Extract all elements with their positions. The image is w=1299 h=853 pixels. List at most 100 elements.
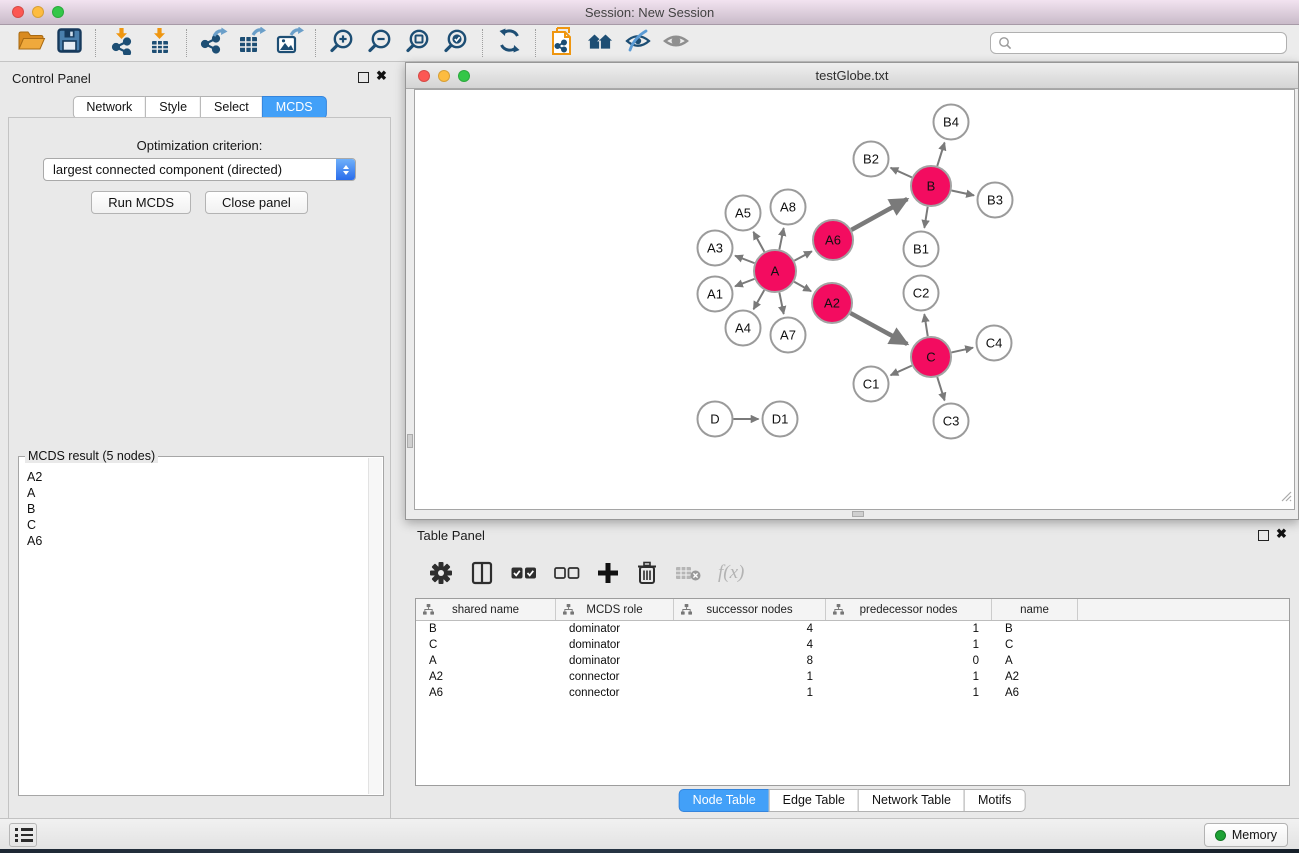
table-row[interactable]: A6connector11A6	[416, 685, 1289, 701]
zoom-fit-button[interactable]	[399, 27, 437, 59]
table-cell: 1	[674, 671, 826, 683]
graph-edge-A-A7[interactable]	[779, 293, 783, 314]
zoom-in-button[interactable]	[323, 27, 361, 59]
column-header-predecessor-nodes[interactable]: predecessor nodes	[826, 599, 992, 620]
export-table-button[interactable]	[232, 27, 270, 59]
graph-edge-C-C2[interactable]	[924, 314, 927, 336]
graph-edge-B-B4[interactable]	[937, 143, 944, 166]
close-panel-icon[interactable]: ✖	[1276, 526, 1287, 542]
close-panel-icon[interactable]: ✖	[376, 68, 387, 84]
import-network-button[interactable]	[103, 27, 141, 59]
houses-icon-button[interactable]	[581, 27, 619, 59]
graph-edge-B-B3[interactable]	[952, 190, 974, 195]
add-column-button[interactable]	[597, 562, 619, 584]
split-table-icon	[470, 561, 494, 585]
tab-motifs[interactable]: Motifs	[964, 789, 1025, 812]
table-cell: 1	[826, 687, 992, 699]
graph-node-label: C2	[913, 286, 930, 301]
horizontal-scrollbar-thumb[interactable]	[852, 511, 864, 517]
graph-node-label: D1	[772, 412, 789, 427]
minimize-window-button[interactable]	[32, 6, 44, 18]
graph-edge-A-A1[interactable]	[735, 279, 754, 286]
resize-grip[interactable]	[1279, 489, 1292, 507]
import-table-button[interactable]	[141, 27, 179, 59]
graph-edge-C-C1[interactable]	[891, 366, 912, 376]
network-canvas[interactable]: B4B2BB3A8A5A6A3B1AA1C2A2A4A7C4CC1C3DD1	[414, 89, 1295, 510]
table-cell: 1	[826, 639, 992, 651]
table-row[interactable]: Bdominator41B	[416, 621, 1289, 637]
export-network-button[interactable]	[194, 27, 232, 59]
graph-edge-C-C3[interactable]	[937, 377, 944, 400]
memory-button[interactable]: Memory	[1204, 823, 1288, 847]
select-all-button[interactable]	[511, 566, 537, 580]
close-window-button[interactable]	[12, 6, 24, 18]
result-scrollbar[interactable]	[368, 458, 382, 794]
graph-edge-C-C4[interactable]	[951, 348, 973, 353]
graph-node-label: D	[710, 412, 719, 427]
settings-gear-button[interactable]	[429, 561, 453, 585]
tab-mcds[interactable]: MCDS	[262, 96, 327, 119]
table-cell: dominator	[556, 623, 674, 635]
column-header-successor-nodes[interactable]: successor nodes	[674, 599, 826, 620]
float-panel-icon[interactable]	[358, 72, 369, 83]
graph-edge-A-A5[interactable]	[753, 232, 764, 252]
export-image-button[interactable]	[270, 27, 308, 59]
table-row[interactable]: Cdominator41C	[416, 637, 1289, 653]
eye-slash-icon	[624, 28, 652, 59]
zoom-window-button[interactable]	[52, 6, 64, 18]
graph-edge-B-B2[interactable]	[891, 168, 912, 178]
vertical-scrollbar-thumb[interactable]	[407, 434, 413, 448]
open-session-button[interactable]	[12, 27, 50, 59]
column-header-label: MCDS role	[586, 604, 642, 616]
table-row[interactable]: A2connector11A2	[416, 669, 1289, 685]
show-all-button[interactable]	[657, 27, 695, 59]
network-minimize-button[interactable]	[438, 70, 450, 82]
network-close-button[interactable]	[418, 70, 430, 82]
graph-edge-A-A6[interactable]	[794, 251, 811, 260]
node-table-head: shared name MCDS role successor nodesprede…	[416, 599, 1289, 621]
panel-menu-button[interactable]	[9, 823, 37, 847]
run-mcds-button[interactable]: Run MCDS	[91, 191, 191, 214]
close-panel-button[interactable]: Close panel	[205, 191, 308, 214]
refresh-button[interactable]	[490, 27, 528, 59]
float-panel-icon[interactable]	[1258, 530, 1269, 541]
graph-edge-A-A8[interactable]	[779, 228, 783, 249]
tab-network[interactable]: Network	[72, 96, 146, 119]
result-item[interactable]: A	[27, 485, 360, 501]
split-panel-button[interactable]	[470, 561, 494, 585]
graph-edge-B-B1[interactable]	[924, 207, 927, 228]
zoom-out-button[interactable]	[361, 27, 399, 59]
zoom-selected-button[interactable]	[437, 27, 475, 59]
criterion-select[interactable]: largest connected component (directed)	[43, 158, 356, 181]
app-title: Session: New Session	[585, 5, 714, 20]
deselect-all-button[interactable]	[554, 566, 580, 580]
result-item[interactable]: A2	[27, 469, 360, 485]
graph-edge-A-A3[interactable]	[735, 256, 754, 263]
hide-selected-button[interactable]	[619, 27, 657, 59]
tab-style[interactable]: Style	[145, 96, 201, 119]
search-input[interactable]	[990, 32, 1287, 54]
column-header-MCDS-role[interactable]: MCDS role	[556, 599, 674, 620]
tab-node-table[interactable]: Node Table	[679, 789, 770, 812]
result-item[interactable]: C	[27, 517, 360, 533]
column-header-name[interactable]: name	[992, 599, 1078, 620]
tab-select[interactable]: Select	[200, 96, 263, 119]
tab-edge-table[interactable]: Edge Table	[769, 789, 859, 812]
network-zoom-button[interactable]	[458, 70, 470, 82]
result-item[interactable]: A6	[27, 533, 360, 549]
tab-network-table[interactable]: Network Table	[858, 789, 965, 812]
save-session-button[interactable]	[50, 27, 88, 59]
table-cell: 4	[674, 639, 826, 651]
result-item[interactable]: B	[27, 501, 360, 517]
table-cell: 0	[826, 655, 992, 667]
graph-edge-A6-B[interactable]	[851, 199, 907, 230]
table-cell: B	[416, 623, 556, 635]
network-from-file-button[interactable]	[543, 27, 581, 59]
graph-edge-A2-C[interactable]	[850, 313, 907, 344]
graph-edge-A-A4[interactable]	[754, 290, 765, 309]
column-header-shared-name[interactable]: shared name	[416, 599, 556, 620]
delete-column-button[interactable]	[636, 561, 658, 585]
table-row[interactable]: Adominator80A	[416, 653, 1289, 669]
export-table-icon	[236, 27, 266, 60]
graph-edge-A-A2[interactable]	[794, 282, 811, 291]
